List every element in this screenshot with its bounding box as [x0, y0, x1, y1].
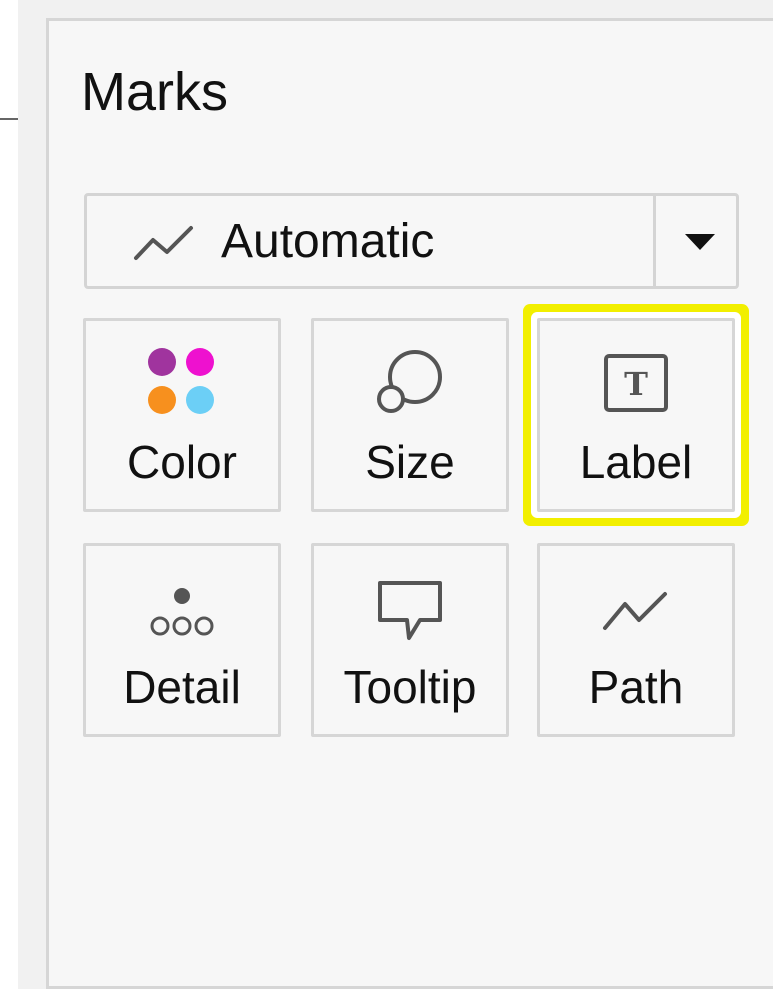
tooltip-label: Tooltip	[343, 661, 477, 713]
shelf-divider	[0, 118, 18, 120]
left-border-strip	[18, 0, 46, 989]
line-chart-icon	[134, 226, 193, 260]
marks-card-panel: Marks Automatic Color Size T Label Detai…	[46, 18, 773, 989]
size-label: Size	[365, 436, 455, 488]
dropdown-separator	[653, 196, 656, 286]
label-label: Label	[579, 436, 693, 488]
panel-title: Marks	[81, 62, 228, 122]
color-dots-icon	[148, 348, 214, 414]
path-label: Path	[588, 661, 684, 713]
screenshot-stage: Marks Automatic Color Size T Label Detai…	[0, 0, 773, 989]
mark-type-value: Automatic	[221, 215, 435, 268]
label-button[interactable]: T Label	[537, 318, 735, 512]
tooltip-bubble-icon	[378, 581, 442, 640]
text-label-icon: T	[604, 354, 668, 412]
size-circles-icon	[377, 350, 442, 413]
mark-type-dropdown[interactable]: Automatic	[84, 193, 739, 289]
top-border-strip	[18, 0, 773, 18]
size-button[interactable]: Size	[311, 318, 509, 512]
path-line-icon	[603, 592, 667, 630]
detail-dots-icon	[150, 588, 214, 636]
svg-text:T: T	[624, 365, 648, 403]
tooltip-button[interactable]: Tooltip	[311, 543, 509, 737]
detail-button[interactable]: Detail	[83, 543, 281, 737]
caret-down-icon[interactable]	[683, 232, 717, 252]
path-button[interactable]: Path	[537, 543, 735, 737]
color-label: Color	[127, 436, 237, 488]
detail-label: Detail	[123, 661, 241, 713]
color-button[interactable]: Color	[83, 318, 281, 512]
